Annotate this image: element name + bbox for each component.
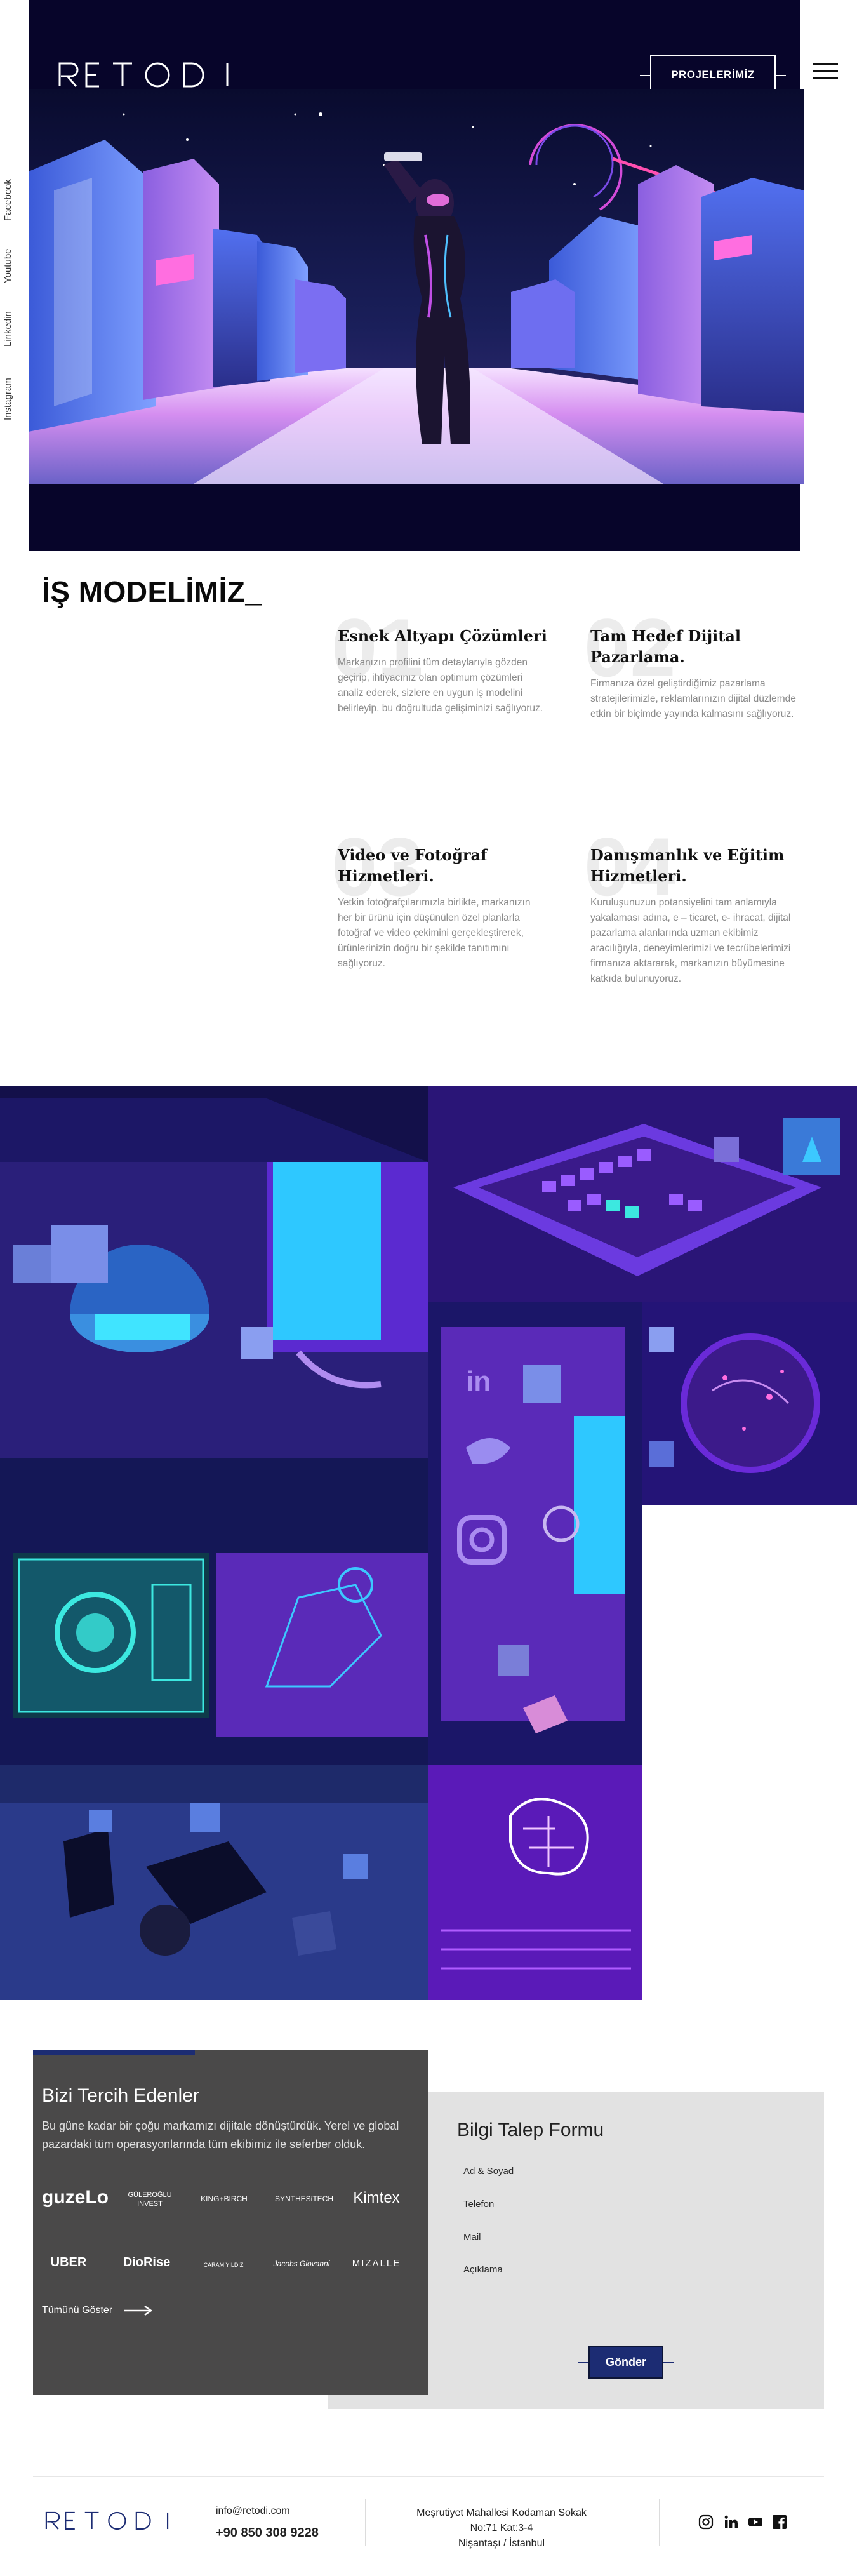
model-item-title: Tam Hedef Dijital Pazarlama. — [590, 627, 741, 666]
gallery-tile-brain[interactable] — [428, 1765, 642, 2000]
footer-address: Meşrutiyet Mahallesi Kodaman Sokak No:71… — [394, 2506, 609, 2551]
footer-separator — [365, 2499, 366, 2546]
brand-logo: guzeLo — [42, 2187, 109, 2208]
gallery-tile-camera[interactable] — [0, 1765, 428, 2000]
footer-logo[interactable] — [44, 2510, 178, 2532]
brand-logo: Jacobs Giovanni — [273, 2259, 330, 2268]
gallery-tile-keyboard[interactable] — [428, 1086, 857, 1302]
model-item-text: Markanızın profilini tüm detaylarıyla gö… — [338, 657, 543, 714]
brand-logo: GÜLEROĞLU INVEST — [128, 2191, 172, 2208]
address-line: Meşrutiyet Mahallesi Kodaman Sokak — [416, 2507, 587, 2518]
brand-logo: MIZALLE — [352, 2258, 401, 2269]
brand-logo: SYNTHESiTECH — [274, 2194, 333, 2203]
hero-illustration — [29, 89, 804, 484]
business-model-item: 01 Esnek Altyapı Çözümleri Markanızın pr… — [331, 606, 547, 716]
mail-field[interactable] — [461, 2225, 797, 2250]
brand-logo: UBER — [50, 2255, 87, 2269]
social-rail: Facebook Youtube Linkedin Instagram — [0, 159, 23, 425]
svg-text:in: in — [466, 1366, 491, 1397]
business-model-title: İŞ MODELİMİZ_ — [42, 575, 262, 608]
preferred-description: Bu güne kadar bir çoğu markamızı dijital… — [42, 2119, 399, 2151]
social-link-instagram[interactable]: Instagram — [3, 378, 13, 420]
footer-email[interactable]: info@retodi.com — [216, 2506, 290, 2517]
preferred-accent-line — [33, 2050, 195, 2055]
model-item-text: Kuruluşunuzun potansiyelini tam anlamıyl… — [590, 897, 791, 984]
model-item-text: Yetkin fotoğrafçılarımızla birlikte, mar… — [338, 897, 531, 969]
gallery-tile-vr[interactable] — [0, 1086, 428, 1458]
business-model-item: 04 Danışmanlık ve Eğitim Hizmetleri. Kur… — [584, 825, 800, 987]
brand-logo: KING+BIRCH — [201, 2194, 248, 2203]
social-link-facebook[interactable]: Facebook — [3, 179, 13, 221]
business-model-item: 02 Tam Hedef Dijital Pazarlama. Firmanız… — [584, 606, 800, 722]
gallery-tile-globe[interactable] — [642, 1302, 857, 1505]
see-all-link[interactable]: Tümünü Göster — [42, 2305, 112, 2316]
retodi-logo[interactable] — [57, 61, 241, 89]
footer-separator — [659, 2499, 660, 2546]
gallery-tile-dashboard[interactable] — [0, 1458, 428, 1765]
social-link-linkedin[interactable]: Linkedin — [3, 311, 13, 347]
services-gallery: in — [0, 1086, 857, 2000]
instagram-icon[interactable] — [698, 2514, 714, 2530]
facebook-icon[interactable] — [772, 2514, 787, 2530]
brand-logo: Kimtex — [353, 2189, 400, 2206]
hamburger-menu-icon[interactable] — [813, 63, 838, 83]
preferred-title: Bizi Tercih Edenler — [42, 2085, 199, 2106]
address-line: Nişantaşı / İstanbul — [458, 2538, 545, 2549]
gallery-tile-social[interactable]: in — [428, 1302, 642, 1765]
brand-logo: DioRise — [123, 2255, 171, 2269]
request-form-title: Bilgi Talep Formu — [457, 2119, 604, 2140]
model-item-title: Danışmanlık ve Eğitim Hizmetleri. — [590, 846, 785, 885]
name-field[interactable] — [461, 2159, 797, 2184]
model-item-title: Esnek Altyapı Çözümleri — [338, 627, 547, 645]
business-model-item: 03 Video ve Fotoğraf Hizmetleri. Yetkin … — [331, 825, 547, 971]
model-item-title: Video ve Fotoğraf Hizmetleri. — [338, 846, 488, 885]
footer-divider — [33, 2476, 824, 2477]
phone-field[interactable] — [461, 2192, 797, 2217]
address-line: No:71 Kat:3-4 — [470, 2523, 533, 2533]
brand-logo: CARAM YILDIZ — [203, 2262, 244, 2268]
submit-button[interactable]: Gönder — [578, 2346, 674, 2379]
youtube-icon[interactable] — [748, 2514, 763, 2530]
arrow-right-icon[interactable] — [124, 2305, 152, 2316]
model-item-text: Firmanıza özel geliştirdiğimiz pazarlama… — [590, 678, 796, 719]
linkedin-icon[interactable] — [724, 2514, 739, 2530]
footer-phone[interactable]: +90 850 308 9228 — [216, 2526, 319, 2540]
social-link-youtube[interactable]: Youtube — [3, 248, 13, 283]
description-field[interactable] — [461, 2258, 797, 2316]
